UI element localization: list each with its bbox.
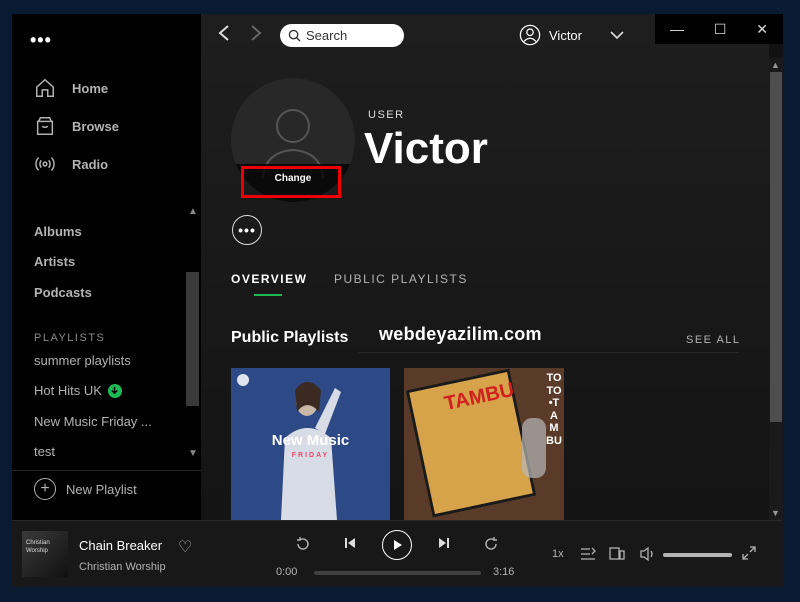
sidebar-item-radio[interactable]: Radio — [34, 152, 108, 176]
window-controls: — ☐ ✕ — [655, 14, 783, 44]
watermark-text: webdeyazilim.com — [379, 324, 542, 344]
devices-icon[interactable] — [609, 546, 625, 565]
playlist-card-tambu[interactable]: TAMBU TOTO•TAMBU — [404, 368, 564, 520]
downloaded-icon — [107, 383, 122, 398]
queue-icon[interactable] — [580, 547, 596, 564]
profile-type-label: USER — [368, 109, 405, 121]
radio-icon — [35, 157, 55, 171]
maximize-icon[interactable]: ☐ — [714, 21, 727, 38]
skip-forward-15-icon[interactable] — [483, 536, 499, 555]
playlist-item[interactable]: summer playlists — [34, 353, 131, 368]
close-icon[interactable]: ✕ — [756, 21, 768, 38]
cover-subtitle: FRIDAY — [291, 452, 330, 459]
sidebar-item-artists[interactable]: Artists — [34, 254, 75, 269]
section-divider — [359, 352, 739, 353]
previous-track-icon[interactable] — [343, 536, 357, 553]
sidebar-divider — [12, 470, 201, 471]
sidebar: ••• Home Browse Radio ▲ Albums Artists P… — [12, 14, 201, 520]
track-artist[interactable]: Christian Worship — [79, 561, 166, 573]
player-bar: Christian Worship Chain Breaker Christia… — [12, 520, 783, 587]
sidebar-item-albums[interactable]: Albums — [34, 224, 82, 239]
browse-icon — [36, 117, 54, 135]
track-duration: 3:16 — [493, 566, 515, 578]
chevron-right-icon — [251, 25, 262, 41]
sidebar-item-podcasts[interactable]: Podcasts — [34, 285, 92, 300]
scroll-down-icon[interactable]: ▼ — [771, 508, 780, 518]
playlists-heading: PLAYLISTS — [34, 332, 106, 344]
cover-side-text: TOTO•TAMBU — [546, 372, 562, 447]
play-button[interactable] — [382, 530, 412, 560]
chevron-left-icon — [218, 25, 229, 41]
profile-name: Victor — [364, 124, 488, 173]
user-menu[interactable]: Victor — [519, 24, 624, 46]
sidebar-scrollbar[interactable] — [186, 272, 199, 406]
chevron-down-icon — [610, 30, 624, 39]
tab-overview[interactable]: OVERVIEW — [231, 272, 307, 286]
playlist-item-label: Hot Hits UK — [34, 383, 102, 398]
main-scrollbar[interactable]: ▲ ▼ — [769, 58, 783, 520]
playlist-card-new-music-friday[interactable]: New Music FRIDAY — [231, 368, 390, 520]
volume-icon[interactable] — [639, 546, 657, 565]
app-menu-button[interactable]: ••• — [30, 30, 52, 51]
elapsed-time: 0:00 — [276, 566, 298, 578]
playlist-item-label: summer playlists — [34, 353, 131, 368]
album-art-text: Christian Worship — [26, 540, 50, 554]
see-all-link[interactable]: SEE ALL — [686, 334, 741, 346]
scroll-up-icon[interactable]: ▲ — [771, 60, 780, 70]
sidebar-item-label: Home — [72, 80, 109, 96]
sidebar-scroll-down-icon[interactable]: ▼ — [188, 448, 198, 459]
active-tab-indicator — [254, 294, 282, 296]
search-icon — [288, 29, 301, 42]
scrollbar-thumb[interactable] — [770, 72, 782, 422]
back-button[interactable] — [217, 24, 231, 48]
now-playing-album-art[interactable]: Christian Worship — [22, 531, 68, 577]
fullscreen-icon[interactable] — [742, 546, 756, 563]
tab-public-playlists[interactable]: PUBLIC PLAYLISTS — [334, 272, 468, 286]
playlist-item[interactable]: New Music Friday ... — [34, 414, 152, 429]
progress-bar[interactable] — [314, 571, 481, 575]
plus-icon: + — [34, 478, 56, 500]
spotify-logo-icon — [237, 374, 249, 386]
playlist-item-label: test — [34, 444, 55, 459]
user-avatar-icon — [519, 24, 541, 46]
new-playlist-label: New Playlist — [66, 481, 137, 497]
home-icon — [36, 78, 54, 97]
forward-button[interactable] — [249, 24, 263, 48]
search-input[interactable]: Search — [280, 24, 404, 47]
volume-fill — [663, 553, 732, 557]
play-icon — [394, 540, 402, 550]
playlist-item-label: New Music Friday ... — [34, 414, 152, 429]
main-content: Search Victor Change USER Victor ••• OVE… — [201, 14, 769, 520]
sidebar-item-browse[interactable]: Browse — [34, 114, 119, 138]
volume-slider[interactable] — [663, 553, 732, 557]
playlist-item[interactable]: test — [34, 444, 55, 459]
playlist-item[interactable]: Hot Hits UK — [34, 383, 122, 398]
more-options-button[interactable]: ••• — [232, 215, 262, 245]
new-playlist-button[interactable]: + New Playlist — [34, 478, 137, 500]
next-track-icon[interactable] — [437, 536, 451, 553]
user-menu-name: Victor — [549, 27, 582, 43]
minimize-icon[interactable]: — — [670, 21, 684, 37]
sidebar-scroll-up-icon[interactable]: ▲ — [188, 206, 198, 217]
track-title[interactable]: Chain Breaker — [79, 538, 162, 553]
playback-speed-button[interactable]: 1x — [552, 548, 564, 560]
sidebar-item-label: Radio — [72, 156, 109, 172]
search-placeholder: Search — [306, 28, 348, 43]
section-title: Public Playlists — [231, 329, 349, 346]
sidebar-item-home[interactable]: Home — [34, 76, 108, 100]
skip-back-15-icon[interactable] — [295, 536, 311, 555]
cover-key-image — [522, 418, 546, 478]
cover-title: New Music — [271, 432, 350, 449]
sidebar-item-label: Browse — [72, 118, 119, 134]
highlight-annotation — [241, 166, 341, 198]
spotify-window: ••• Home Browse Radio ▲ Albums Artists P… — [12, 14, 783, 587]
heart-icon[interactable]: ♡ — [178, 537, 192, 557]
